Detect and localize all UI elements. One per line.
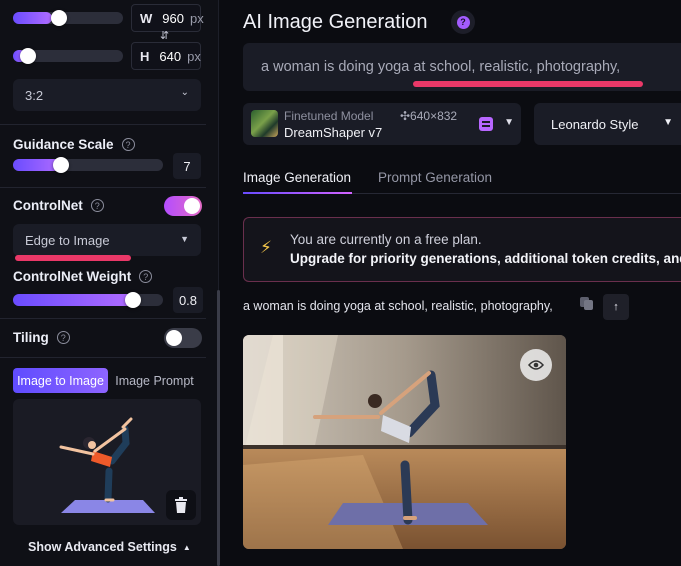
model-name: DreamShaper v7 [284, 125, 383, 140]
prompt-text: a woman is doing yoga at school, realist… [261, 59, 621, 75]
guidance-scale-value[interactable]: 7 [173, 153, 201, 179]
generation-prompt: a woman is doing yoga at school, realist… [243, 299, 553, 313]
notice-line-1: You are currently on a free plan. [290, 232, 482, 247]
help-circle-icon[interactable]: ? [139, 270, 153, 283]
help-circle-icon[interactable]: ? [56, 331, 70, 344]
controlnet-weight-label: ControlNet Weight [13, 269, 132, 284]
help-circle-icon[interactable]: ? [90, 199, 104, 212]
tab-image-to-image[interactable]: Image to Image [13, 368, 108, 393]
width-unit: px [189, 10, 204, 26]
arrow-up-icon[interactable]: ↑ [603, 294, 629, 320]
prompt-doc-icon[interactable] [479, 117, 493, 131]
controlnet-mode-value: Edge to Image [25, 232, 110, 248]
active-tab-indicator [243, 192, 352, 194]
divider [0, 124, 206, 125]
page-title: AI Image Generation [243, 11, 428, 33]
tab-prompt-generation[interactable]: Prompt Generation [378, 170, 492, 185]
help-circle-icon[interactable]: ? [121, 138, 135, 151]
chevron-up-icon: ▲ [182, 543, 191, 553]
chevron-down-icon: ▼ [504, 117, 514, 128]
swap-vertical-icon[interactable]: ⇵ [160, 29, 169, 42]
annotation-underline [15, 255, 131, 261]
model-thumbnail [251, 110, 278, 137]
width-box[interactable]: W 960 px [131, 4, 204, 32]
divider [0, 318, 206, 319]
settings-sidebar: W 960 px ⇵ H 640 px 3:2 ⌄ Guidance Scale… [0, 0, 219, 566]
annotation-underline [413, 81, 643, 87]
aspect-ratio-value: 3:2 [25, 87, 44, 103]
tiling-toggle[interactable] [164, 328, 202, 348]
model-select[interactable]: Finetuned Model DreamShaper v7 ✣640×832 … [243, 103, 521, 145]
controlnet-weight-value[interactable]: 0.8 [173, 287, 203, 313]
guidance-scale-heading: Guidance Scale ? [13, 137, 135, 152]
upgrade-notice[interactable]: ⚡ You are currently on a free plan. Upgr… [243, 217, 681, 282]
controlnet-toggle[interactable] [164, 196, 202, 216]
height-unit: px [187, 48, 201, 64]
guidance-scale-slider[interactable] [13, 157, 163, 173]
image-input-tabs: Image to Image Image Prompt [13, 368, 201, 393]
aspect-ratio-select[interactable]: 3:2 ⌄ [13, 79, 201, 111]
guidance-slider-knob[interactable] [53, 157, 69, 173]
eye-glyph [528, 360, 544, 370]
controlnet-weight-fill [13, 294, 133, 306]
divider [0, 187, 206, 188]
notice-line-2: Upgrade for priority generations, additi… [290, 251, 681, 266]
show-advanced-settings-button[interactable]: Show Advanced Settings ▲ [28, 540, 191, 554]
width-value[interactable]: 960 [162, 11, 184, 26]
controlnet-weight-slider[interactable] [13, 292, 163, 308]
controlnet-heading: ControlNet ? [13, 198, 104, 213]
width-slider-knob[interactable] [51, 10, 68, 26]
tab-image-generation[interactable]: Image Generation [243, 170, 351, 185]
style-select[interactable]: Leonardo Style ▼ [534, 103, 681, 145]
toggle-knob [166, 330, 182, 346]
style-select-value: Leonardo Style [551, 116, 639, 132]
tab-image-prompt[interactable]: Image Prompt [108, 368, 201, 393]
height-label: H [140, 48, 150, 64]
guidance-scale-label: Guidance Scale [13, 137, 114, 152]
model-dimensions: ✣640×832 [400, 109, 458, 123]
divider [0, 357, 206, 358]
tiling-heading: Tiling ? [13, 330, 70, 345]
trash-glyph [175, 497, 187, 513]
eye-icon[interactable] [520, 349, 552, 381]
controlnet-weight-heading: ControlNet Weight ? [13, 269, 153, 284]
help-circle-icon: ? [456, 15, 470, 29]
lightning-icon: ⚡ [260, 238, 272, 257]
toggle-knob [184, 198, 200, 214]
controlnet-weight-knob[interactable] [125, 292, 141, 308]
chevron-down-icon: ⌄ [180, 87, 189, 98]
width-slider[interactable] [13, 10, 123, 26]
trash-icon[interactable] [166, 490, 196, 520]
height-slider[interactable] [13, 48, 123, 64]
copy-icon[interactable] [580, 297, 594, 311]
sidebar-scrollbar[interactable] [217, 290, 220, 566]
tiling-label: Tiling [13, 330, 49, 345]
model-sublabel: Finetuned Model [284, 109, 374, 123]
height-value[interactable]: 640 [159, 49, 181, 64]
width-label: W [140, 10, 153, 26]
show-advanced-label: Show Advanced Settings [28, 540, 177, 554]
width-slider-fill [13, 12, 52, 24]
generated-image-render [243, 335, 566, 549]
height-box[interactable]: H 640 px [131, 42, 201, 70]
generated-image[interactable] [243, 335, 566, 549]
chevron-down-icon: ▼ [180, 234, 189, 244]
controlnet-label: ControlNet [13, 198, 83, 213]
help-button[interactable]: ? [451, 10, 475, 34]
controlnet-mode-select[interactable]: Edge to Image ▼ [13, 224, 201, 256]
controlnet-image-preview [13, 399, 201, 525]
chevron-down-icon: ▼ [663, 117, 673, 128]
height-slider-knob[interactable] [20, 48, 37, 64]
